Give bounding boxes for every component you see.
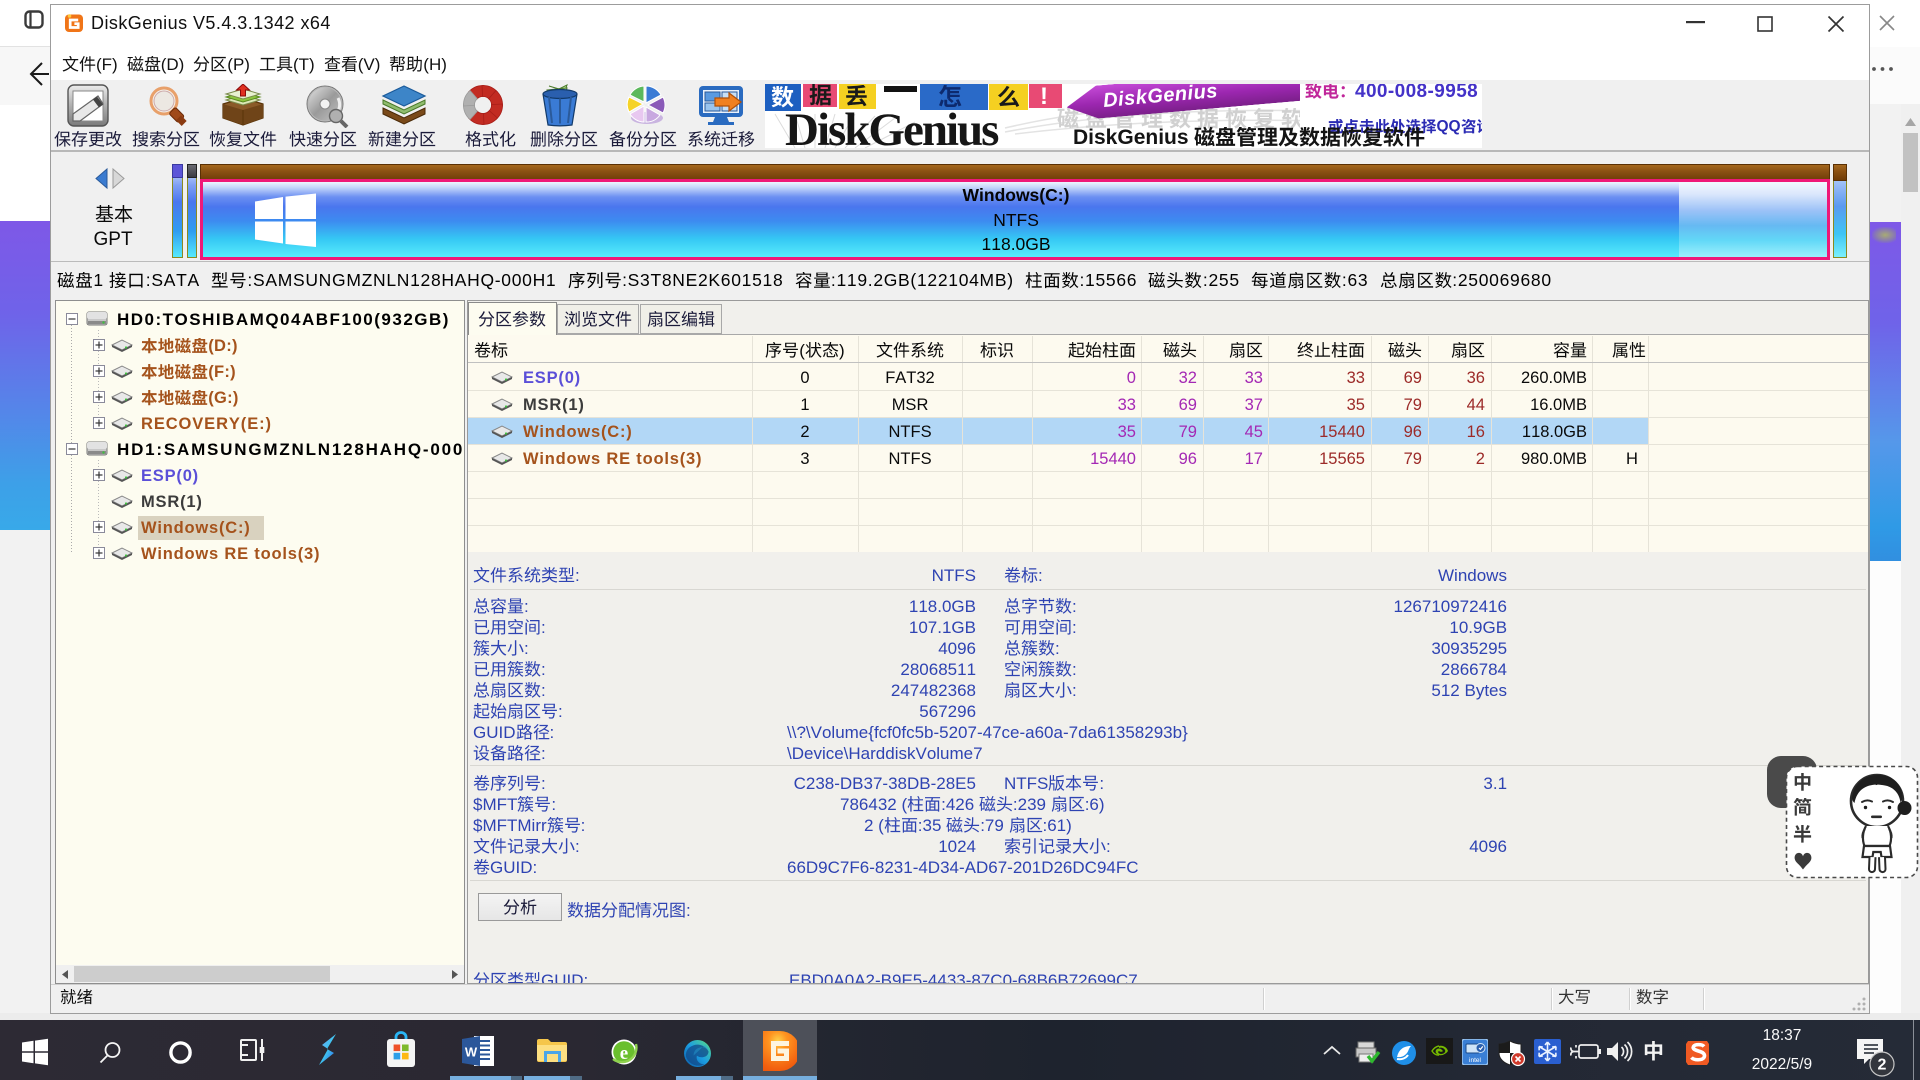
svg-text:intel: intel <box>1469 1057 1481 1064</box>
svg-text:W: W <box>465 1045 478 1060</box>
svg-text:2: 2 <box>1878 1057 1887 1074</box>
